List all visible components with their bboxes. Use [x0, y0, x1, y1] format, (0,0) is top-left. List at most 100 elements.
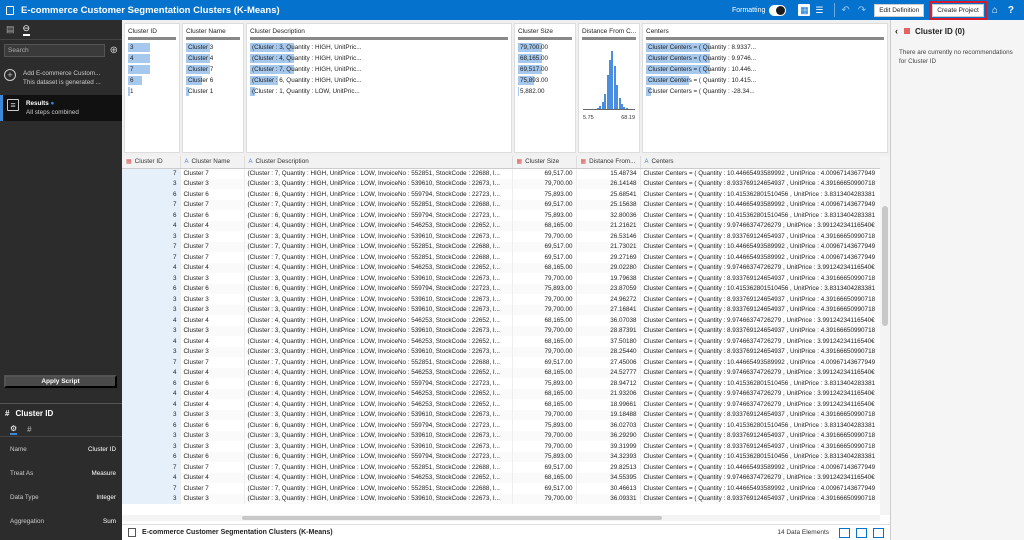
table-row[interactable]: 6 Cluster 6 (Cluster : 6, Quantity : HIGH,…	[122, 378, 880, 389]
formatting-toggle[interactable]	[769, 4, 787, 16]
col-header-cluster-name[interactable]: A Cluster Name	[180, 156, 245, 169]
table-row[interactable]: 3 Cluster 3 (Cluster : 3, Quantity : HIGH,…	[122, 441, 880, 452]
col-header-cluster-description[interactable]: A Cluster Description	[244, 156, 513, 169]
table-row[interactable]: 4 Cluster 4 (Cluster : 4, Quantity : HIGH,…	[122, 336, 880, 347]
tile-item[interactable]: 1	[128, 86, 176, 97]
tile-centers[interactable]: Centers Cluster Centers = ( Quantity : 8.…	[642, 23, 888, 153]
table-row[interactable]: 7 Cluster 7 (Cluster : 7, Quantity : HIGH,…	[122, 252, 880, 263]
prop-value[interactable]: Cluster ID	[88, 446, 116, 453]
table-row[interactable]: 7 Cluster 7 (Cluster : 7, Quantity : HIGH,…	[122, 199, 880, 210]
tile-cluster-size[interactable]: Cluster Size 79,700.00 68,165.00 69,517.00 7…	[514, 23, 576, 153]
table-row[interactable]: 3 Cluster 3 (Cluster : 3, Quantity : HIGH,…	[122, 304, 880, 315]
tile-item[interactable]: Cluster Centers = ( Quantity : 8.9337...	[646, 42, 884, 53]
table-row[interactable]: 4 Cluster 4 (Cluster : 4, Quantity : HIGH,…	[122, 315, 880, 326]
tile-item[interactable]: 4	[128, 53, 176, 64]
list-view-icon[interactable]: ☰	[813, 4, 825, 16]
table-cell: 3	[122, 294, 181, 305]
table-row[interactable]: 3 Cluster 3 (Cluster : 3, Quantity : HIGH,…	[122, 273, 880, 284]
col-header-cluster-size[interactable]: ▦ Cluster Size	[512, 156, 577, 169]
step-results[interactable]: ≡ Results ● All steps combined	[0, 95, 122, 121]
col-header-centers[interactable]: A Centers	[640, 156, 880, 169]
table-row[interactable]: 4 Cluster 4 (Cluster : 4, Quantity : HIGH,…	[122, 220, 880, 231]
table-row[interactable]: 6 Cluster 6 (Cluster : 6, Quantity : HIGH,…	[122, 451, 880, 462]
step-add-dataset[interactable]: + Add E-commerce Custom... This dataset …	[0, 65, 122, 91]
col-header-distance[interactable]: ▦ Distance From...	[576, 156, 641, 169]
layout-left-icon[interactable]	[839, 527, 850, 538]
help-icon[interactable]: ?	[1008, 5, 1014, 16]
general-tab-icon[interactable]: ⚙	[10, 424, 18, 435]
layout-right-icon[interactable]	[873, 527, 884, 538]
search-input[interactable]	[4, 44, 105, 57]
prop-value[interactable]: Measure	[92, 470, 117, 477]
link-tab-icon[interactable]: ⊖	[22, 23, 31, 36]
table-row[interactable]: 3 Cluster 3 (Cluster : 3, Quantity : HIGH,…	[122, 493, 880, 504]
tile-item[interactable]: Cluster Centers = ( Quantity : 10.415...	[646, 75, 884, 86]
table-row[interactable]: 3 Cluster 3 (Cluster : 3, Quantity : HIGH,…	[122, 346, 880, 357]
table-row[interactable]: 7 Cluster 7 (Cluster : 7, Quantity : HIGH,…	[122, 483, 880, 494]
table-cell: 79,700.00	[512, 441, 577, 452]
table-row[interactable]: 3 Cluster 3 (Cluster : 3, Quantity : HIGH,…	[122, 325, 880, 336]
tile-cluster-name[interactable]: Cluster Name Cluster 3 Cluster 4 Cluster 7 C…	[182, 23, 244, 153]
table-row[interactable]: 7 Cluster 7 (Cluster : 7, Quantity : HIGH,…	[122, 241, 880, 252]
grid-view-icon[interactable]: ▦	[798, 4, 811, 16]
tile-item[interactable]: (Cluster : 7, Quantity : HIGH, UnitPric.…	[250, 64, 508, 75]
prop-value[interactable]: Sum	[103, 518, 116, 525]
table-row[interactable]: 3 Cluster 3 (Cluster : 3, Quantity : HIGH,…	[122, 231, 880, 242]
number-tab-icon[interactable]: #	[27, 425, 31, 434]
tile-item[interactable]: 6	[128, 75, 176, 86]
tile-item[interactable]: (Cluster : 1, Quantity : LOW, UnitPric..…	[250, 86, 508, 97]
prop-value[interactable]: Integer	[96, 494, 116, 501]
chevron-left-icon[interactable]: ‹	[895, 26, 898, 36]
table-row[interactable]: 3 Cluster 3 (Cluster : 3, Quantity : HIGH,…	[122, 294, 880, 305]
create-project-button[interactable]: Create Project	[929, 0, 987, 20]
table-row[interactable]: 7 Cluster 7 (Cluster : 7, Quantity : HIGH,…	[122, 357, 880, 368]
tile-item[interactable]: 5,882.00	[518, 86, 572, 97]
table-row[interactable]: 4 Cluster 4 (Cluster : 4, Quantity : HIGH,…	[122, 367, 880, 378]
table-row[interactable]: 4 Cluster 4 (Cluster : 4, Quantity : HIGH,…	[122, 399, 880, 410]
tile-item[interactable]: (Cluster : 3, Quantity : HIGH, UnitPric.…	[250, 42, 508, 53]
table-row[interactable]: 3 Cluster 3 (Cluster : 3, Quantity : HIGH,…	[122, 430, 880, 441]
tile-item[interactable]: Cluster 7	[186, 64, 240, 75]
tile-item[interactable]: 69,517.00	[518, 64, 572, 75]
tile-item[interactable]: 68,165.00	[518, 53, 572, 64]
table-row[interactable]: 4 Cluster 4 (Cluster : 4, Quantity : HIGH,…	[122, 388, 880, 399]
undo-icon[interactable]: ↶	[841, 5, 849, 16]
layout-grid-icon[interactable]	[856, 527, 867, 538]
tile-item[interactable]: 7	[128, 64, 176, 75]
home-icon[interactable]: ⌂	[992, 5, 998, 16]
vertical-scrollbar[interactable]	[880, 156, 890, 515]
tile-cluster-id[interactable]: Cluster ID 3 4 7 6 1	[124, 23, 180, 153]
table-row[interactable]: 3 Cluster 3 (Cluster : 3, Quantity : HIGH,…	[122, 178, 880, 189]
data-tab-icon[interactable]: ▤	[6, 24, 15, 35]
tile-item[interactable]: Cluster Centers = ( Quantity : 10.446...	[646, 64, 884, 75]
table-row[interactable]: 7 Cluster 7 (Cluster : 7, Quantity : HIGH,…	[122, 462, 880, 473]
tile-item[interactable]: Cluster 6	[186, 75, 240, 86]
edit-definition-button[interactable]: Edit Definition	[874, 3, 925, 17]
tile-item[interactable]: (Cluster : 6, Quantity : HIGH, UnitPric.…	[250, 75, 508, 86]
tile-item[interactable]: Cluster 3	[186, 42, 240, 53]
table-row[interactable]: 4 Cluster 4 (Cluster : 4, Quantity : HIGH,…	[122, 472, 880, 483]
tile-item[interactable]: 3	[128, 42, 176, 53]
add-icon[interactable]: ⊕	[110, 45, 118, 56]
table-row[interactable]: 7 Cluster 7 (Cluster : 7, Quantity : HIGH,…	[122, 168, 880, 179]
table-row[interactable]: 6 Cluster 6 (Cluster : 6, Quantity : HIGH,…	[122, 283, 880, 294]
table-row[interactable]: 6 Cluster 6 (Cluster : 6, Quantity : HIGH,…	[122, 420, 880, 431]
tile-item[interactable]: Cluster Centers = ( Quantity : 9.9746...	[646, 53, 884, 64]
tile-item[interactable]: (Cluster : 4, Quantity : HIGH, UnitPric.…	[250, 53, 508, 64]
tile-item[interactable]: 75,893.00	[518, 75, 572, 86]
tile-distance[interactable]: Distance From C... 5.75 68.19	[578, 23, 640, 153]
tile-item[interactable]: Cluster Centers = ( Quantity : -28.34...	[646, 86, 884, 97]
apply-script-button[interactable]: Apply Script	[4, 375, 117, 388]
tile-item[interactable]: 79,700.00	[518, 42, 572, 53]
tile-cluster-description[interactable]: Cluster Description (Cluster : 3, Quantit…	[246, 23, 512, 153]
tile-item[interactable]: Cluster 4	[186, 53, 240, 64]
table-row[interactable]: 4 Cluster 4 (Cluster : 4, Quantity : HIGH,…	[122, 262, 880, 273]
table-row[interactable]: 6 Cluster 6 (Cluster : 6, Quantity : HIGH,…	[122, 210, 880, 221]
tile-item[interactable]: Cluster 1	[186, 86, 240, 97]
table-row[interactable]: 3 Cluster 3 (Cluster : 3, Quantity : HIGH,…	[122, 409, 880, 420]
table-row[interactable]: 6 Cluster 6 (Cluster : 6, Quantity : HIGH,…	[122, 189, 880, 200]
redo-icon[interactable]: ↷	[858, 5, 866, 16]
tile-item-label: 79,700.00	[520, 44, 549, 51]
col-header-cluster-id[interactable]: ▦ Cluster ID	[122, 156, 181, 169]
horizontal-scrollbar[interactable]	[122, 515, 880, 521]
